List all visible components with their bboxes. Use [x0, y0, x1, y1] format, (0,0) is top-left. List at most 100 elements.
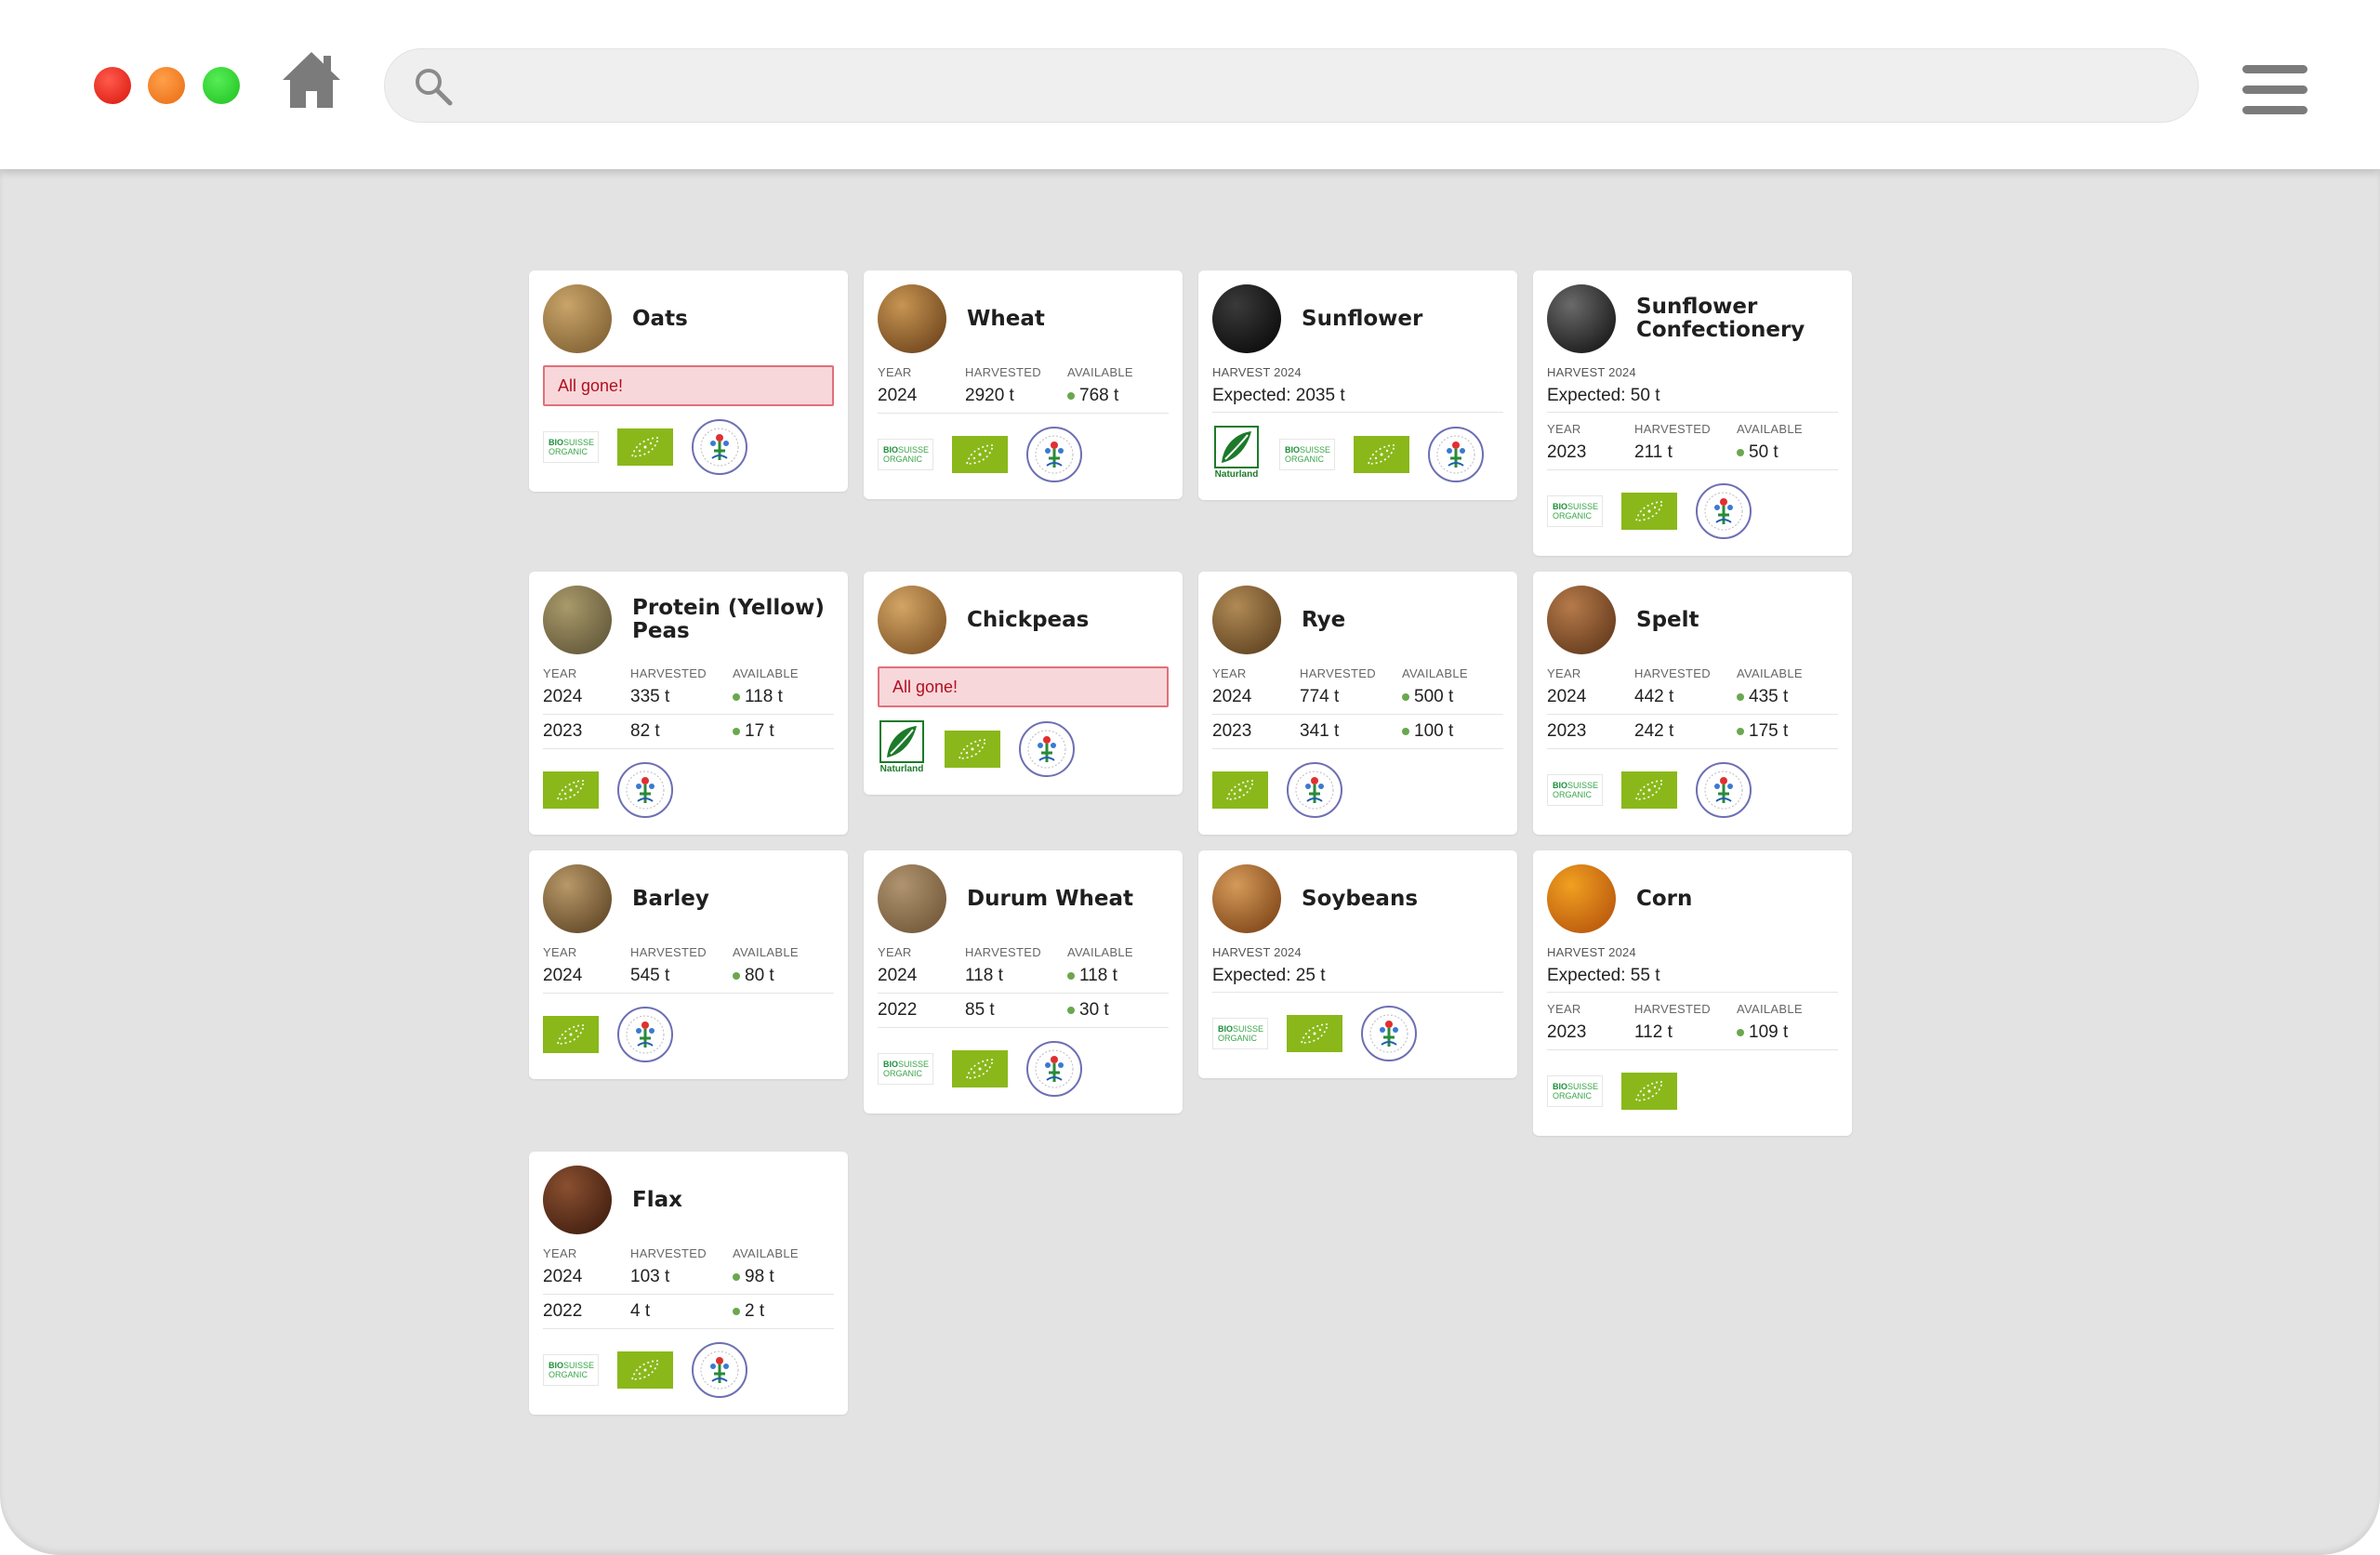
bio-suisse-logo: BIOSUISSE ORGANIC: [543, 431, 599, 463]
product-header: Chickpeas: [878, 585, 1169, 655]
product-name[interactable]: Chickpeas: [967, 608, 1089, 632]
product-header: Spelt: [1547, 585, 1838, 655]
certification-logos: Naturland BIOSUISSE ORGANIC: [1212, 426, 1503, 483]
product-name[interactable]: Spelt: [1636, 608, 1699, 632]
product-name[interactable]: Soybeans: [1302, 887, 1418, 911]
product-card-barley[interactable]: Barley YEAR HARVESTED AVAILABLE 2024 545 t 80 …: [529, 850, 848, 1079]
search-input[interactable]: [469, 59, 2161, 112]
available-cell: 30 t: [1067, 1000, 1169, 1021]
product-card-durum-wheat[interactable]: Durum Wheat YEAR HARVESTED AVAILABLE 2024 118…: [864, 850, 1183, 1114]
available-cell: 2 t: [733, 1301, 834, 1322]
product-card-rye[interactable]: Rye YEAR HARVESTED AVAILABLE 2024 774 t 500 t2…: [1198, 572, 1517, 835]
product-name[interactable]: Sunflower Confectionery: [1636, 296, 1838, 342]
product-name[interactable]: Oats: [632, 307, 688, 331]
year-cell: 2023: [1212, 721, 1252, 741]
home-icon[interactable]: [281, 50, 342, 110]
column-header-available: AVAILABLE: [733, 945, 799, 959]
eu-organic-leaf-logo: [1212, 771, 1268, 809]
bio-suisse-logo: BIOSUISSE ORGANIC: [543, 1354, 599, 1386]
harvest-table-row: 2022 4 t 2 t: [543, 1295, 834, 1329]
product-name[interactable]: Rye: [1302, 608, 1345, 632]
product-name[interactable]: Durum Wheat: [967, 887, 1133, 911]
year-cell: 2024: [543, 687, 583, 706]
year-cell: 2024: [878, 386, 918, 405]
product-header: Wheat: [878, 283, 1169, 354]
all-gone-alert: All gone!: [878, 666, 1169, 707]
column-header-year: YEAR: [878, 945, 912, 959]
harvested-cell: 112 t: [1634, 1022, 1673, 1042]
product-card-flax[interactable]: Flax YEAR HARVESTED AVAILABLE 2024 103 t 98 t2…: [529, 1152, 848, 1415]
maximize-window-button[interactable]: [203, 67, 240, 104]
available-status-dot: [733, 972, 740, 980]
app-window: Oats All gone! BIOSUISSE ORGANIC Wheat YEAR HA…: [0, 0, 2380, 1555]
column-header-year: YEAR: [543, 666, 577, 680]
column-header-harvested: HARVESTED: [1634, 1002, 1711, 1016]
product-thumbnail: [878, 864, 946, 933]
column-header-available: AVAILABLE: [1737, 422, 1803, 436]
product-name[interactable]: Sunflower: [1302, 307, 1422, 331]
available-value: 30 t: [1079, 1000, 1109, 1020]
year-cell: 2022: [878, 1000, 918, 1020]
column-header-available: AVAILABLE: [1402, 666, 1468, 680]
close-window-button[interactable]: [94, 67, 131, 104]
year-cell: 2023: [1547, 442, 1587, 462]
product-thumbnail: [1212, 284, 1281, 353]
harvested-cell: 774 t: [1300, 687, 1340, 706]
swiss-organic-seal-logo: [1428, 427, 1484, 482]
certification-logos: [543, 1007, 834, 1062]
hamburger-menu-icon[interactable]: [2242, 65, 2307, 115]
available-status-dot: [733, 1273, 740, 1281]
eu-organic-leaf-logo: [1621, 1073, 1677, 1110]
harvested-cell: 82 t: [630, 721, 660, 741]
harvest-table-row: 2024 335 t 118 t: [543, 680, 834, 715]
naturland-logo: Naturland: [878, 720, 926, 778]
available-cell: 118 t: [733, 687, 834, 707]
product-card-spelt[interactable]: Spelt YEAR HARVESTED AVAILABLE 2024 442 t 435 …: [1533, 572, 1852, 835]
eu-organic-leaf-logo: [1354, 436, 1409, 473]
product-thumbnail: [543, 864, 612, 933]
expected-yield: Expected: 55 t: [1547, 959, 1838, 993]
product-card-wheat[interactable]: Wheat YEAR HARVESTED AVAILABLE 2024 2920 t 768…: [864, 270, 1183, 499]
harvest-table-header: YEAR HARVESTED AVAILABLE: [878, 945, 1169, 959]
harvest-table-row: 2023 341 t 100 t: [1212, 715, 1503, 749]
search-bar[interactable]: [384, 48, 2199, 123]
bio-suisse-logo: BIOSUISSE ORGANIC: [1547, 774, 1603, 806]
product-header: Rye: [1212, 585, 1503, 655]
bio-suisse-logo: BIOSUISSE ORGANIC: [878, 439, 933, 470]
product-name[interactable]: Protein (Yellow) Peas: [632, 597, 834, 643]
minimize-window-button[interactable]: [148, 67, 185, 104]
expected-yield: Expected: 25 t: [1212, 959, 1503, 993]
product-card-oats[interactable]: Oats All gone! BIOSUISSE ORGANIC: [529, 270, 848, 492]
harvest-table-header: YEAR HARVESTED AVAILABLE: [1547, 666, 1838, 680]
product-card-corn[interactable]: Corn HARVEST 2024 Expected: 55 t YEAR HARVES…: [1533, 850, 1852, 1136]
harvest-table-header: YEAR HARVESTED AVAILABLE: [1212, 666, 1503, 680]
harvest-table-row: 2024 545 t 80 t: [543, 959, 834, 994]
product-name[interactable]: Wheat: [967, 307, 1045, 331]
swiss-organic-seal-logo: [692, 1342, 747, 1398]
product-name[interactable]: Barley: [632, 887, 709, 911]
product-card-sunflower-confectionery[interactable]: Sunflower Confectionery HARVEST 2024 Expec…: [1533, 270, 1852, 556]
available-status-dot: [1067, 972, 1075, 980]
eu-organic-leaf-logo: [617, 1351, 673, 1389]
available-status-dot: [1402, 728, 1409, 735]
available-value: 50 t: [1749, 442, 1778, 462]
column-header-harvested: HARVESTED: [1634, 666, 1711, 680]
product-name[interactable]: Flax: [632, 1188, 682, 1212]
available-status-dot: [1737, 728, 1744, 735]
available-status-dot: [733, 1308, 740, 1315]
product-header: Protein (Yellow) Peas: [543, 585, 834, 655]
column-header-harvested: HARVESTED: [1300, 666, 1376, 680]
product-name[interactable]: Corn: [1636, 887, 1692, 911]
available-cell: 500 t: [1402, 687, 1503, 707]
available-cell: 435 t: [1737, 687, 1838, 707]
product-card-sunflower[interactable]: Sunflower HARVEST 2024 Expected: 2035 t Nat…: [1198, 270, 1517, 500]
available-value: 100 t: [1414, 721, 1454, 741]
available-status-dot: [1067, 1007, 1075, 1014]
product-thumbnail: [1212, 864, 1281, 933]
product-card-protein-yellow-peas[interactable]: Protein (Yellow) Peas YEAR HARVESTED AVAILA…: [529, 572, 848, 835]
product-card-soybeans[interactable]: Soybeans HARVEST 2024 Expected: 25 t BIOSUI…: [1198, 850, 1517, 1078]
product-card-chickpeas[interactable]: Chickpeas All gone! Naturland: [864, 572, 1183, 795]
product-thumbnail: [543, 284, 612, 353]
column-header-available: AVAILABLE: [1067, 945, 1133, 959]
available-value: 768 t: [1079, 386, 1119, 405]
